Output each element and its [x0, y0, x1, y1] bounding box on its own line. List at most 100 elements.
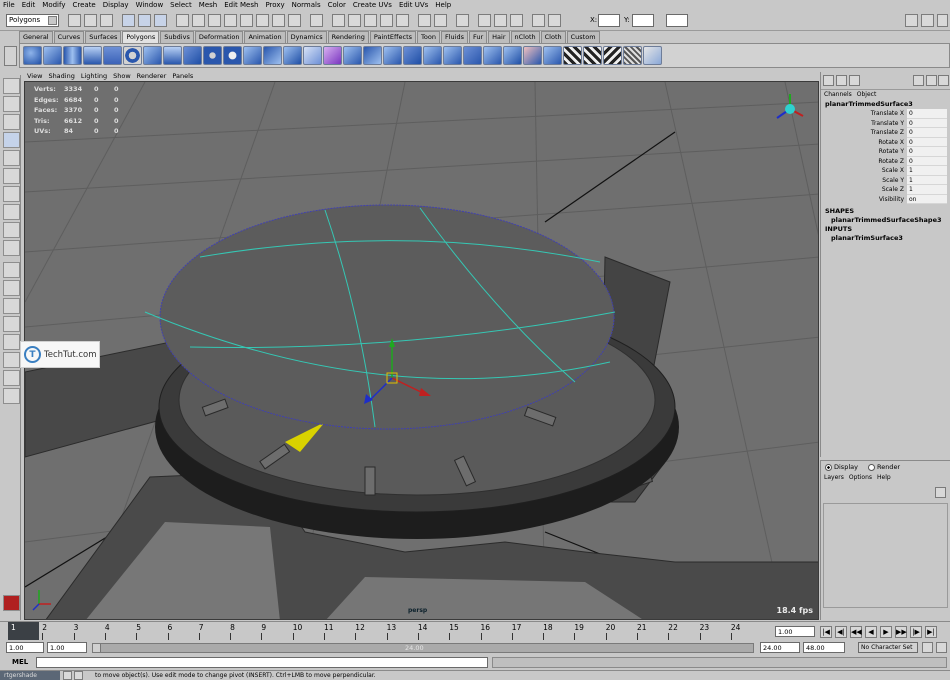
- play-backwards-button[interactable]: ◀: [865, 626, 877, 638]
- menu-display[interactable]: Display: [103, 0, 129, 11]
- uv-texture-editor-icon[interactable]: [603, 46, 622, 65]
- persp-graph-layout-icon[interactable]: [3, 316, 20, 332]
- select-tool-icon[interactable]: [3, 78, 20, 94]
- taskbar-button[interactable]: rtgershade: [0, 671, 60, 680]
- playback-end-field[interactable]: 24.00: [760, 642, 800, 653]
- render-globals-icon[interactable]: [74, 671, 83, 680]
- menu-help[interactable]: Help: [435, 0, 451, 11]
- options-menu[interactable]: Options: [849, 473, 872, 482]
- mode-selector[interactable]: Polygons: [6, 14, 59, 27]
- poly-pyramid-icon[interactable]: [163, 46, 182, 65]
- time-slider-track[interactable]: 2 3 4 5 6 7 8 9 10 11 12 13 14 15 16 17 18 19 20 21 22 23 24: [8, 622, 768, 641]
- range-bar[interactable]: 24.00: [92, 643, 754, 653]
- poke-face-icon[interactable]: [503, 46, 522, 65]
- open-scene-icon[interactable]: [84, 14, 97, 27]
- playback-start-field[interactable]: 1.00: [47, 642, 87, 653]
- boolean-union-icon[interactable]: [283, 46, 302, 65]
- y-input[interactable]: [632, 14, 654, 27]
- smooth-icon[interactable]: [303, 46, 322, 65]
- show-channel-box-icon[interactable]: [905, 14, 918, 27]
- construction-history-icon[interactable]: [456, 14, 469, 27]
- menu-modify[interactable]: Modify: [42, 0, 65, 11]
- offset-edge-loop-icon[interactable]: [463, 46, 482, 65]
- input-ops-icon[interactable]: [418, 14, 431, 27]
- attribute-editor-icon[interactable]: [913, 75, 924, 86]
- select-dynamic-icon[interactable]: [256, 14, 269, 27]
- shelf-tab-rendering[interactable]: Rendering: [327, 31, 369, 43]
- poly-prism-icon[interactable]: [143, 46, 162, 65]
- end-time-field[interactable]: 48.00: [803, 642, 845, 653]
- step-forward-key-button[interactable]: ▶▶: [895, 626, 907, 638]
- checker-map-icon[interactable]: [563, 46, 582, 65]
- shelf-tab-toon[interactable]: Toon: [417, 31, 440, 43]
- selected-node-name[interactable]: planarTrimmedSurface3: [821, 99, 950, 109]
- tool-settings-icon[interactable]: [926, 75, 937, 86]
- poly-cylinder-icon[interactable]: [63, 46, 82, 65]
- shelf-tab-general[interactable]: General: [19, 31, 53, 43]
- planar-trimmed-surface[interactable]: [159, 204, 615, 430]
- show-manipulator-icon[interactable]: [3, 222, 20, 238]
- attr-value[interactable]: 1: [907, 185, 947, 195]
- z-input[interactable]: [666, 14, 688, 27]
- menu-select[interactable]: Select: [170, 0, 192, 11]
- poly-pipe-icon[interactable]: [183, 46, 202, 65]
- expand-layouts-icon[interactable]: [3, 388, 20, 404]
- poly-cone-icon[interactable]: [83, 46, 102, 65]
- extrude-icon[interactable]: [343, 46, 362, 65]
- show-tool-settings-icon[interactable]: [937, 14, 948, 27]
- render-frame-icon[interactable]: [478, 14, 491, 27]
- transfer-attributes-icon[interactable]: [643, 46, 662, 65]
- shelf-tab-hair[interactable]: Hair: [488, 31, 510, 43]
- play-forwards-button[interactable]: ▶: [880, 626, 892, 638]
- select-misc-icon[interactable]: [288, 14, 301, 27]
- attr-value[interactable]: 0: [907, 128, 947, 138]
- persp-uv-layout-icon[interactable]: [3, 352, 20, 368]
- time-slider[interactable]: 1 2 3 4 5 6 7 8 9 10 11 12 13 14 15 16 17 18 19 20 21 22 23 24…: [0, 621, 950, 641]
- scale-tool-icon[interactable]: [3, 168, 20, 184]
- shelf-tab-animation[interactable]: Animation: [244, 31, 286, 43]
- go-to-end-button[interactable]: ▶|: [925, 626, 937, 638]
- current-frame-field[interactable]: 1.00: [775, 626, 815, 637]
- attr-translate-x[interactable]: Translate X0: [821, 109, 950, 119]
- channel-layer-icon[interactable]: [849, 75, 860, 86]
- attr-translate-z[interactable]: Translate Z0: [821, 128, 950, 138]
- panel-menu-panels[interactable]: Panels: [172, 72, 193, 81]
- save-scene-icon[interactable]: [100, 14, 113, 27]
- input-node-name[interactable]: planarTrimSurface3: [821, 234, 950, 243]
- render-radio[interactable]: Render: [867, 463, 900, 471]
- step-back-key-button[interactable]: ◀◀: [850, 626, 862, 638]
- character-set-selector[interactable]: No Character Set: [858, 642, 918, 653]
- panel-menu-view[interactable]: View: [27, 72, 42, 81]
- snap-grid-icon[interactable]: [332, 14, 345, 27]
- x-input[interactable]: [598, 14, 620, 27]
- snap-live-icon[interactable]: [396, 14, 409, 27]
- new-scene-icon[interactable]: [68, 14, 81, 27]
- attr-rotate-z[interactable]: Rotate Z0: [821, 156, 950, 166]
- select-component-icon[interactable]: [154, 14, 167, 27]
- show-attribute-editor-icon[interactable]: [921, 14, 934, 27]
- menu-create[interactable]: Create: [72, 0, 95, 11]
- panel-menu-shading[interactable]: Shading: [48, 72, 74, 81]
- combine-icon[interactable]: [243, 46, 262, 65]
- poly-plane-icon[interactable]: [103, 46, 122, 65]
- render-settings-icon[interactable]: [510, 14, 523, 27]
- attr-scale-x[interactable]: Scale X1: [821, 166, 950, 176]
- menu-edit[interactable]: Edit: [22, 0, 36, 11]
- menu-window[interactable]: Window: [136, 0, 164, 11]
- shelf-tab-polygons[interactable]: Polygons: [122, 31, 160, 43]
- view-axis-gizmo[interactable]: [776, 94, 804, 119]
- step-back-button[interactable]: ◀|: [835, 626, 847, 638]
- poly-sphere-icon[interactable]: [23, 46, 42, 65]
- shelf-tab-fur[interactable]: Fur: [468, 31, 488, 43]
- key-icon[interactable]: [922, 642, 933, 653]
- four-view-layout-icon[interactable]: [3, 280, 20, 296]
- attr-value[interactable]: 0: [907, 109, 947, 119]
- menu-file[interactable]: File: [3, 0, 15, 11]
- menu-proxy[interactable]: Proxy: [265, 0, 284, 11]
- menu-create-uvs[interactable]: Create UVs: [353, 0, 392, 11]
- shelf-tab-painteffects[interactable]: PaintEffects: [369, 31, 417, 43]
- mel-command-input[interactable]: [36, 657, 488, 668]
- merge-icon[interactable]: [403, 46, 422, 65]
- select-deformer-icon[interactable]: [240, 14, 253, 27]
- shelf-tab-curves[interactable]: Curves: [53, 31, 85, 43]
